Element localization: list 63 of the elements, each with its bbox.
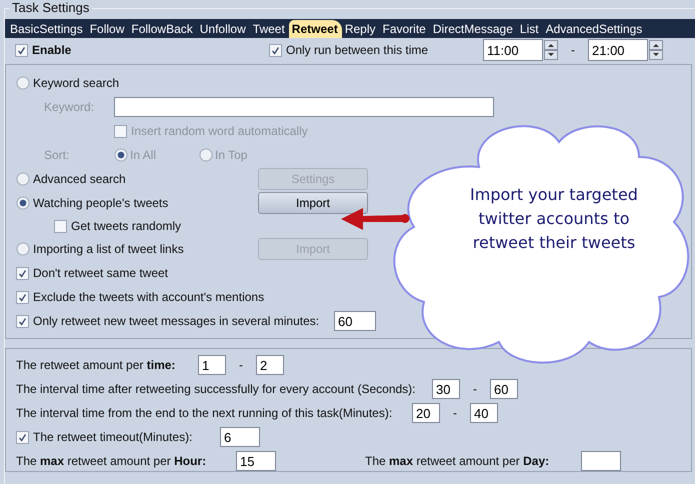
time-field[interactable]: 11:00 [483,39,543,61]
radio-label: Watching people's tweets [33,196,168,210]
checkbox[interactable] [16,290,29,304]
number-field[interactable]: 20 [412,403,440,423]
checkbox[interactable] [16,314,29,328]
radio-label: In Top [215,148,248,162]
number-field[interactable]: 30 [432,379,460,399]
range-separator: - [238,358,244,372]
tab[interactable]: List [516,20,543,38]
checkbox[interactable] [15,44,28,56]
tab[interactable]: FollowBack [128,20,197,38]
number-field[interactable]: 1 [198,355,226,375]
radio-label: Importing a list of tweet links [33,242,184,256]
number-field[interactable]: 15 [236,451,276,471]
range-separator: - [472,382,478,396]
tab[interactable]: Favorite [380,20,430,38]
checkbox-label: Enable [32,43,72,57]
setting-label: The interval time from the end to the next running of this task(Minutes): [16,406,394,420]
setting-label: The interval time after retweeting successfully for every account (Seconds): [16,382,417,396]
checkbox-label: Insert random word automatically [131,124,308,138]
checkbox[interactable] [16,430,29,444]
spinner-arrows-icon[interactable] [649,40,663,60]
tab[interactable]: Follow [86,20,128,38]
field-label: Keyword: [44,100,96,114]
checkbox[interactable] [54,220,67,232]
number-field[interactable]: 40 [470,403,498,423]
number-field[interactable]: 2 [256,355,284,375]
checkbox-label: Only run between this time [286,43,428,57]
checkbox-label: Get tweets randomly [71,219,182,233]
checkbox-label: Don't retweet same tweet [33,266,168,280]
tab[interactable]: BasicSettings [7,20,87,38]
tab[interactable]: DirectMessage [430,20,517,38]
radio-label: Keyword search [33,76,120,90]
tab[interactable]: Retweet [288,20,342,38]
import-button[interactable]: Import [258,192,368,214]
number-field[interactable] [581,451,621,471]
number-field[interactable]: 6 [220,427,260,447]
tab[interactable]: Unfollow [196,20,250,38]
field-label: Sort: [44,148,70,162]
tab[interactable]: Tweet [250,20,289,38]
group-title: Task Settings [9,0,92,15]
setting-label: The max retweet amount per Day: [365,454,550,468]
tab[interactable]: Reply [342,20,380,38]
checkbox[interactable] [269,44,282,56]
radio-label: Advanced search [33,172,126,186]
checkbox-label: Only retweet new tweet messages in several minutes: [33,314,320,328]
radio-label: In All [130,148,156,162]
range-separator: - [570,43,576,57]
setting-label: The retweet amount per time: [16,358,176,372]
checkbox[interactable] [16,266,29,280]
callout-text: Import your targeted twitter accounts to retweet their tweets [469,184,639,254]
radio-button[interactable] [16,172,30,186]
number-field[interactable]: 60 [490,379,518,399]
setting-label: The max retweet amount per Hour: [16,454,208,468]
checkbox-label: Exclude the tweets with account's mentions [33,290,264,304]
tab[interactable]: AdvancedSettings [542,20,646,38]
range-separator: - [452,406,458,420]
radio-button[interactable] [16,242,30,256]
setting-label: The retweet timeout(Minutes): [33,430,192,444]
spinner-arrows-icon[interactable] [544,40,558,60]
radio-button[interactable] [16,196,30,210]
minutes-field[interactable]: 60 [334,311,376,331]
time-field[interactable]: 21:00 [588,39,648,61]
